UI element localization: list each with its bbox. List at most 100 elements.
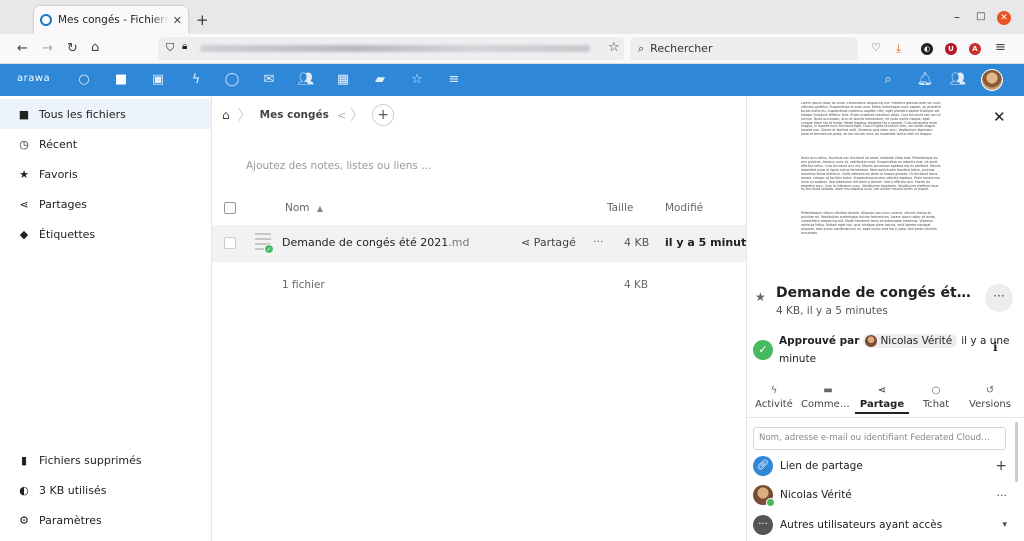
nav-label: Tous les fichiers bbox=[39, 107, 126, 121]
new-tab-button[interactable]: + bbox=[196, 11, 209, 29]
url-bar[interactable]: ⛉ 🔒︎ bbox=[158, 37, 624, 60]
browser-tab[interactable]: Mes congés - Fichiers - Nextcloud ✕ bbox=[34, 6, 188, 34]
lock-icon[interactable]: 🔒︎ bbox=[182, 41, 187, 52]
calendar-app-icon[interactable]: ▦ bbox=[333, 70, 353, 90]
nav-quota[interactable]: ◐ 3 KB utilisés bbox=[0, 475, 211, 505]
hamburger-menu-icon[interactable]: ≡ bbox=[995, 40, 1006, 55]
minimize-icon[interactable]: – bbox=[954, 10, 960, 24]
share-link-entry[interactable]: 🔗︎ Lien de partage + bbox=[753, 454, 1011, 478]
tab-label: Versions bbox=[969, 399, 1011, 410]
browser-tabbar: Mes congés - Fichiers - Nextcloud ✕ + – … bbox=[0, 0, 1024, 34]
window-close-icon[interactable]: ✕ bbox=[997, 11, 1011, 25]
tab-sharing[interactable]: ⋖ Partage bbox=[855, 385, 909, 414]
tab-versions[interactable]: ↺ Versions bbox=[963, 385, 1017, 410]
add-share-link-button[interactable]: + bbox=[995, 458, 1007, 474]
share-icon: ⋖ bbox=[19, 197, 29, 211]
select-all-checkbox[interactable] bbox=[224, 202, 236, 214]
nav-label: Partages bbox=[39, 197, 87, 211]
breadcrumb-share-icon[interactable]: < bbox=[337, 109, 346, 122]
deck-app-icon[interactable]: ▰ bbox=[370, 70, 390, 90]
nav-shares[interactable]: ⋖ Partages bbox=[0, 189, 211, 219]
bookmark-star-icon[interactable]: ☆ bbox=[608, 40, 620, 55]
search-icon: ⌕ bbox=[638, 41, 645, 55]
back-icon[interactable]: ← bbox=[17, 41, 28, 56]
file-name[interactable]: Demande de congés été 2021.md bbox=[282, 236, 469, 249]
arawa-logo[interactable]: arawa bbox=[17, 73, 50, 84]
favorite-star-icon[interactable]: ★ bbox=[755, 290, 766, 304]
tab-comments[interactable]: ▬ Commentaires bbox=[801, 385, 855, 410]
search-app-icon[interactable]: ◯ bbox=[222, 70, 242, 90]
tab-title: Mes congés - Fichiers - Nextcloud bbox=[58, 14, 169, 26]
approved-check-icon: ✓ bbox=[753, 340, 773, 360]
approver-chip[interactable]: Nicolas Vérité bbox=[863, 334, 958, 348]
user-avatar[interactable] bbox=[981, 69, 1003, 91]
share-search-input[interactable]: Nom, adresse e-mail ou identifiant Feder… bbox=[753, 427, 1006, 450]
nav-favorites[interactable]: ★ Favoris bbox=[0, 159, 211, 189]
photos-app-icon[interactable]: ▣ bbox=[148, 70, 168, 90]
file-row-checkbox[interactable] bbox=[224, 237, 236, 249]
add-new-button[interactable]: + bbox=[372, 104, 395, 126]
preview-paragraph: Lorem ipsum dolor sit amet, consectetur … bbox=[801, 102, 941, 137]
notifications-icon[interactable]: 🔔︎ bbox=[915, 70, 935, 90]
file-list-area: ⌂ 〉 Mes congés < 〉 + Ajoutez des notes, … bbox=[212, 96, 760, 541]
adblock-icon[interactable]: A bbox=[969, 43, 981, 55]
more-icon: ··· bbox=[753, 515, 773, 535]
user-avatar bbox=[753, 485, 775, 507]
sidebar-more-button[interactable]: ··· bbox=[985, 284, 1013, 312]
sidebar-scrollbar[interactable] bbox=[1015, 422, 1018, 482]
tasks-app-icon[interactable]: ☆ bbox=[407, 70, 427, 90]
column-modified-header[interactable]: Modifié bbox=[665, 202, 703, 214]
home-icon[interactable]: ⌂ bbox=[91, 40, 99, 55]
tab-close-icon[interactable]: ✕ bbox=[173, 14, 182, 27]
dashboard-app-icon[interactable]: ○ bbox=[74, 70, 94, 90]
browser-search-input[interactable]: ⌕ Rechercher bbox=[630, 37, 858, 60]
nav-tags[interactable]: ◆ Étiquettes bbox=[0, 219, 211, 249]
maximize-icon[interactable]: □ bbox=[976, 11, 985, 22]
notes-app-icon[interactable]: ≡ bbox=[444, 70, 464, 90]
shield-icon[interactable]: ⛉ bbox=[166, 41, 174, 55]
column-name-header[interactable]: Nom ▲ bbox=[285, 202, 323, 214]
approval-time-continued: minute bbox=[779, 353, 817, 365]
other-users-entry[interactable]: ··· Autres utilisateurs ayant accès ▾ bbox=[753, 513, 1011, 537]
breadcrumb-folder[interactable]: Mes congés bbox=[260, 109, 329, 121]
pocket-icon[interactable]: ♡ bbox=[871, 41, 881, 54]
file-actions-icon[interactable]: ··· bbox=[593, 235, 604, 248]
expand-chevron-icon[interactable]: ▾ bbox=[1002, 520, 1007, 530]
nav-all-files[interactable]: ■ Tous les fichiers bbox=[0, 99, 211, 129]
sidebar-close-icon[interactable]: ✕ bbox=[993, 108, 1006, 126]
activity-app-icon[interactable]: ϟ bbox=[186, 70, 206, 90]
download-icon[interactable]: ⤓ bbox=[896, 41, 901, 56]
file-row[interactable]: ✓ Demande de congés été 2021.md ⋖ Partag… bbox=[212, 225, 760, 262]
nav-recent[interactable]: ◷ Récent bbox=[0, 129, 211, 159]
contacts-menu-icon[interactable]: 👥︎ bbox=[948, 70, 968, 90]
approver-name: Nicolas Vérité bbox=[880, 335, 953, 347]
gear-icon: ⚙ bbox=[19, 513, 29, 527]
trash-icon: ▮ bbox=[20, 453, 28, 467]
file-share-button[interactable]: ⋖ Partagé bbox=[521, 236, 576, 249]
approval-info-icon[interactable]: i bbox=[993, 340, 998, 354]
unified-search-icon[interactable]: ⌕ bbox=[878, 70, 898, 90]
star-icon: ★ bbox=[19, 167, 29, 181]
files-app-icon[interactable]: ■ bbox=[111, 70, 131, 90]
share-user-entry[interactable]: Nicolas Vérité ··· bbox=[753, 483, 1011, 507]
activity-icon: ϟ bbox=[770, 385, 778, 396]
mail-app-icon[interactable]: ✉ bbox=[259, 70, 279, 90]
summary-count: 1 fichier bbox=[282, 279, 325, 291]
tab-chat[interactable]: ○ Tchat bbox=[909, 385, 963, 410]
contacts-app-icon[interactable]: 👥︎ bbox=[296, 70, 316, 90]
extension-icon[interactable]: ◐ bbox=[921, 43, 933, 55]
browser-search-placeholder: Rechercher bbox=[650, 42, 713, 55]
tab-activity[interactable]: ϟ Activité bbox=[747, 385, 801, 410]
forward-icon[interactable]: → bbox=[42, 41, 53, 56]
nav-deleted-files[interactable]: ▮ Fichiers supprimés bbox=[0, 445, 211, 475]
text-file-icon: ✓ bbox=[255, 233, 274, 254]
file-list-header: Nom ▲ Taille Modifié bbox=[212, 196, 746, 222]
ublock-icon[interactable]: U bbox=[945, 43, 957, 55]
share-entry-menu-button[interactable]: ··· bbox=[997, 489, 1008, 502]
folder-notes-placeholder[interactable]: Ajoutez des notes, listes ou liens … bbox=[246, 160, 432, 172]
column-size-header[interactable]: Taille bbox=[607, 202, 633, 214]
nav-settings[interactable]: ⚙ Paramètres bbox=[0, 505, 211, 535]
file-extension: .md bbox=[448, 236, 470, 249]
home-breadcrumb-icon[interactable]: ⌂ bbox=[222, 108, 230, 122]
reload-icon[interactable]: ↻ bbox=[67, 41, 78, 56]
